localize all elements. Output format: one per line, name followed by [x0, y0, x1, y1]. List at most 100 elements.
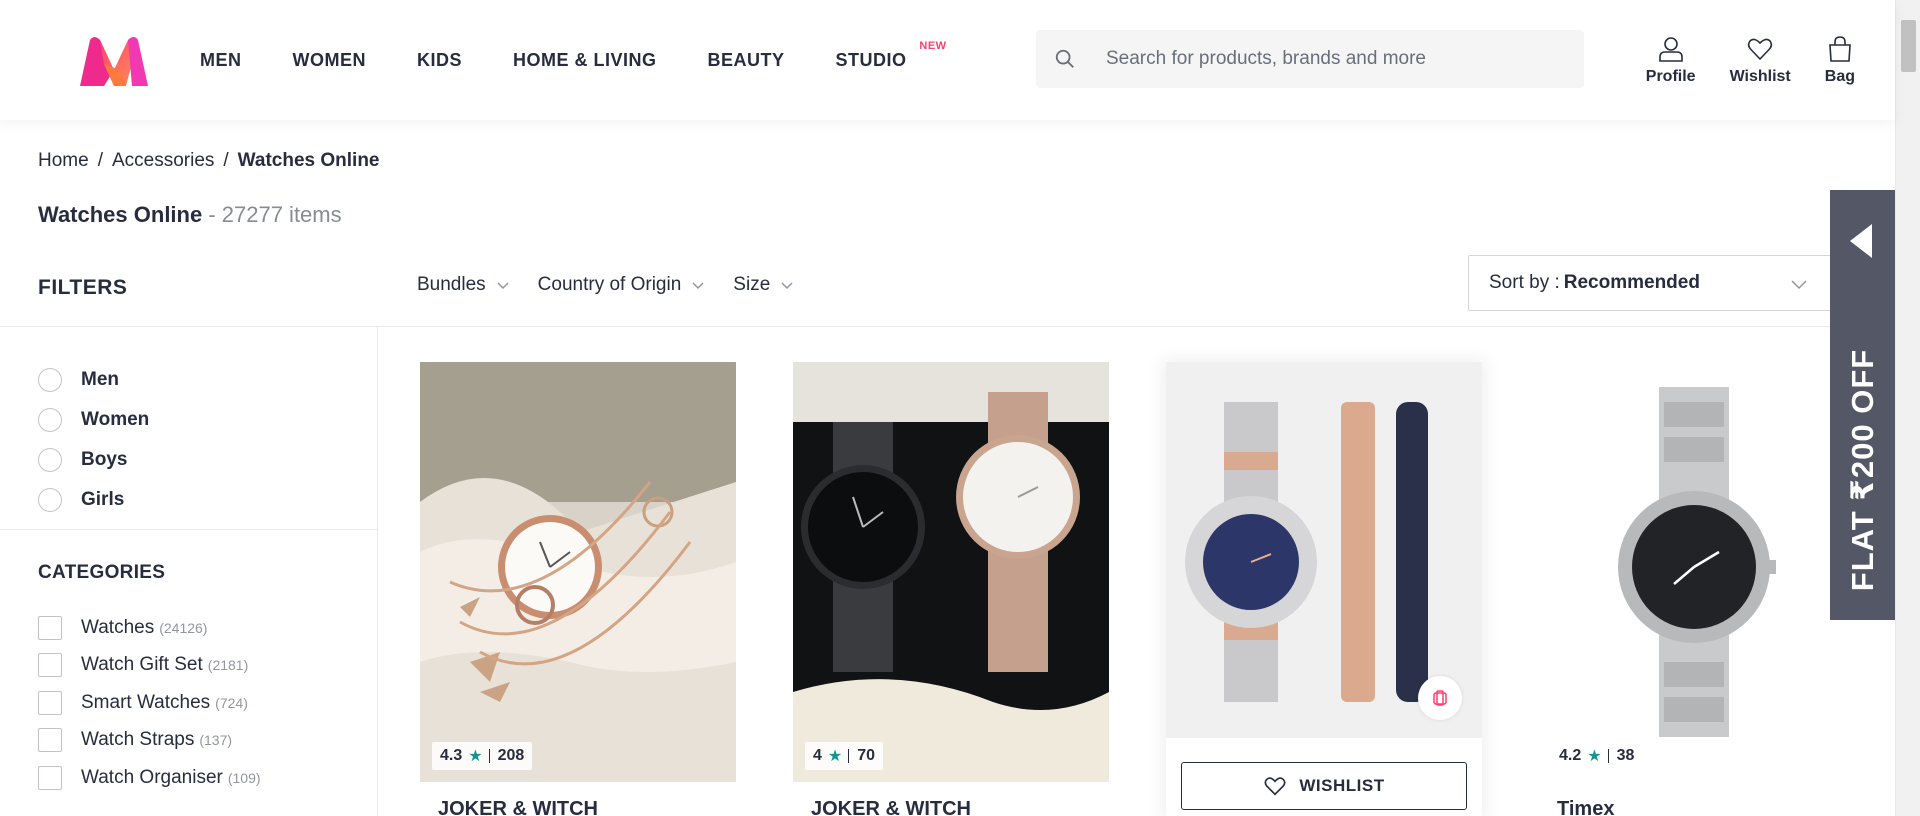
breadcrumb-separator: / [223, 150, 229, 171]
search-icon[interactable] [1036, 30, 1094, 88]
profile-label: Profile [1645, 68, 1696, 85]
nav-studio[interactable]: STUDIO NEW [836, 40, 947, 71]
category-option-watches[interactable]: Watches (24126) [38, 609, 261, 647]
nav-beauty[interactable]: BEAUTY [708, 50, 785, 71]
filter-size[interactable]: Size [733, 274, 794, 296]
radio-button[interactable] [38, 448, 62, 472]
product-image[interactable]: 4.3 ★ 208 [420, 362, 736, 782]
user-icon [1658, 37, 1683, 62]
product-image[interactable] [1166, 362, 1482, 738]
review-count: 208 [497, 747, 525, 764]
product-card[interactable]: 4.3 ★ 208 JOKER & WITCH [420, 362, 736, 816]
wishlist-button-label: WISHLIST [1299, 776, 1385, 795]
breadcrumb-home[interactable]: Home [38, 150, 89, 172]
filter-bundles[interactable]: Bundles [417, 274, 510, 296]
checkbox[interactable] [38, 728, 62, 753]
scroll-thumb[interactable] [1901, 20, 1916, 72]
bag-label: Bag [1824, 68, 1855, 85]
product-card[interactable]: 4.2 ★ 38 Timex [1539, 362, 1855, 816]
sort-prefix: Sort by : [1489, 272, 1560, 293]
product-photo-timex-watch [1539, 362, 1855, 782]
gender-label: Boys [81, 449, 128, 470]
checkbox[interactable] [38, 615, 62, 640]
product-card-hovered[interactable]: WISHLIST [1166, 362, 1482, 816]
promo-text: FLAT ₹200 OFF [1845, 348, 1880, 592]
checkbox[interactable] [38, 690, 62, 715]
filter-label: Country of Origin [537, 274, 682, 295]
product-brand[interactable]: Timex [1557, 798, 1614, 816]
gender-option-girls[interactable]: Girls [38, 480, 149, 520]
divider [0, 326, 1895, 327]
heart-icon [1264, 777, 1286, 796]
collapse-arrow-icon[interactable] [1850, 224, 1872, 258]
rating-separator [1607, 749, 1609, 763]
category-count: (2181) [207, 657, 249, 674]
star-icon: ★ [1587, 748, 1602, 765]
review-count: 38 [1616, 747, 1635, 764]
page-title: Watches Online - 27277 items [38, 202, 342, 228]
product-image[interactable]: 4.2 ★ 38 [1539, 362, 1855, 782]
rating-badge: 4.3 ★ 208 [432, 742, 533, 770]
profile-button[interactable]: Profile [1646, 36, 1696, 86]
breadcrumb-separator: / [97, 150, 103, 171]
nav-men[interactable]: MEN [200, 50, 242, 71]
filter-label: Bundles [417, 274, 486, 295]
wishlist-label: Wishlist [1729, 68, 1791, 85]
heart-icon [1747, 38, 1773, 61]
nav-kids[interactable]: KIDS [417, 50, 462, 71]
promo-side-tab[interactable]: FLAT ₹200 OFF [1830, 190, 1895, 620]
search-bar[interactable] [1036, 30, 1584, 88]
chevron-down-icon [497, 282, 509, 290]
product-brand[interactable]: JOKER & WITCH [438, 798, 598, 816]
gender-option-women[interactable]: Women [38, 400, 149, 440]
category-count: (109) [227, 769, 261, 786]
gender-option-boys[interactable]: Boys [38, 440, 149, 480]
chevron-down-icon [1791, 280, 1807, 290]
nav-home-living[interactable]: HOME & LIVING [513, 50, 657, 71]
bag-button[interactable]: Bag [1825, 36, 1855, 86]
checkbox[interactable] [38, 765, 62, 790]
category-option-watch-gift-set[interactable]: Watch Gift Set (2181) [38, 647, 261, 685]
search-input[interactable] [1106, 48, 1566, 70]
star-icon: ★ [468, 748, 483, 765]
myntra-logo[interactable] [74, 34, 152, 88]
gender-label: Girls [81, 489, 125, 510]
radio-button[interactable] [38, 488, 62, 512]
category-option-watch-straps[interactable]: Watch Straps (137) [38, 722, 261, 760]
gender-option-men[interactable]: Men [38, 360, 149, 400]
product-photo-watch-set [793, 362, 1109, 782]
radio-button[interactable] [38, 408, 62, 432]
checkbox[interactable] [38, 653, 62, 678]
wishlist-product-button[interactable]: WISHLIST [1181, 762, 1467, 810]
chevron-down-icon [781, 282, 793, 290]
page-scrollbar[interactable] [1895, 0, 1920, 816]
bag-icon [1829, 36, 1851, 62]
category-label: Watch Straps [81, 729, 195, 751]
gender-label: Men [81, 369, 119, 390]
categories-heading: CATEGORIES [38, 562, 166, 583]
wishlist-button[interactable]: Wishlist [1730, 36, 1791, 86]
star-icon: ★ [827, 748, 843, 765]
categories-filter: Watches (24126) Watch Gift Set (2181) Smar… [38, 609, 261, 797]
category-label: Watch Gift Set [81, 654, 203, 676]
category-option-smart-watches[interactable]: Smart Watches (724) [38, 684, 261, 722]
filter-bar: Bundles Country of Origin Size [417, 274, 822, 296]
product-brand[interactable]: JOKER & WITCH [811, 798, 971, 816]
divider [377, 326, 378, 816]
title-text: Watches Online [38, 202, 203, 227]
filters-heading: FILTERS [38, 276, 128, 299]
nav-women[interactable]: WOMEN [293, 50, 367, 71]
similar-icon[interactable] [1418, 676, 1462, 720]
rating-value: 4.2 [1559, 747, 1582, 764]
chevron-down-icon [692, 282, 704, 290]
breadcrumb-accessories[interactable]: Accessories [112, 150, 214, 172]
filter-country-of-origin[interactable]: Country of Origin [538, 274, 706, 296]
radio-button[interactable] [38, 368, 62, 392]
category-label: Smart Watches [81, 691, 211, 713]
product-image[interactable]: 4 ★ 70 [793, 362, 1109, 782]
product-card[interactable]: 4 ★ 70 JOKER & WITCH [793, 362, 1109, 816]
category-option-watch-organiser[interactable]: Watch Organiser (109) [38, 759, 261, 797]
category-label: Watches [81, 616, 155, 638]
breadcrumb: Home / Accessories / Watches Online [38, 150, 380, 172]
sort-dropdown[interactable]: Sort by : Recommended [1468, 255, 1838, 311]
